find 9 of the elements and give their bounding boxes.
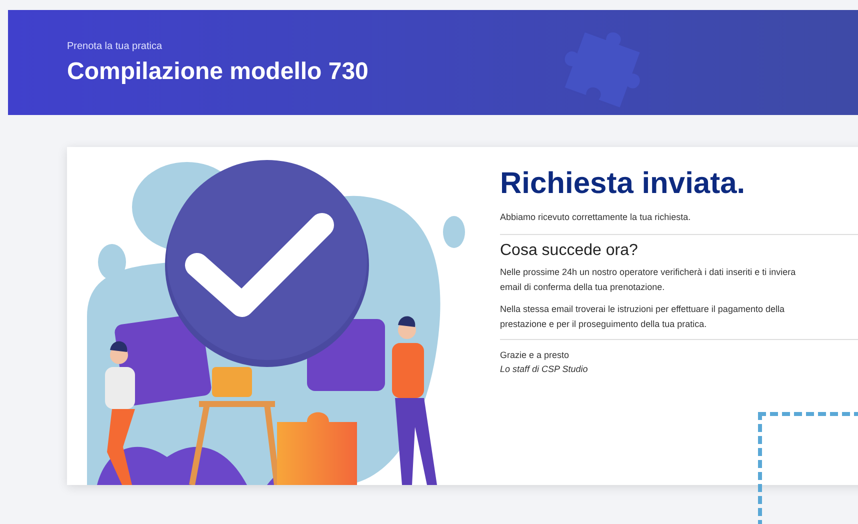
section-title: Cosa succede ora? <box>500 241 639 261</box>
confirmation-subtitle: Abbiamo ricevuto correttamente la tua richiesta. <box>500 210 692 224</box>
header-eyebrow: Prenota la tua pratica <box>67 40 164 54</box>
info-paragraph: Nelle prossime 24h un nostro operatore verificherà i dati inseriti e ti inviera email di conferma della tua prenotazione. <box>500 266 797 294</box>
closing-text: Grazie e a presto <box>500 349 570 362</box>
page-title: Compilazione modello 730 <box>67 56 368 86</box>
signature-text: Lo staff di CSP Studio <box>500 362 589 376</box>
confirmation-title: Richiesta inviata. <box>500 166 746 202</box>
info-paragraph: Nella stessa email troverai le istruzioni per effettuare il pagamento della prestazione e per il proseguimento della tua pratica. <box>500 303 786 331</box>
